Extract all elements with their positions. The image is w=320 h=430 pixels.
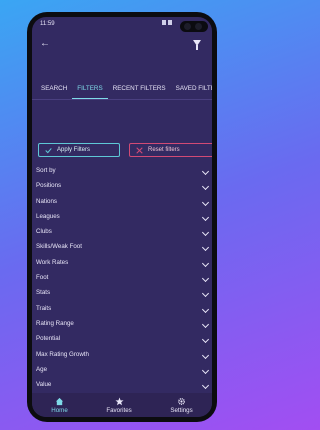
chevron-down-icon — [201, 290, 210, 298]
reset-filters-button[interactable]: Reset filters — [129, 143, 212, 157]
reset-filters-label: Reset filters — [148, 147, 180, 153]
tab-filters[interactable]: FILTERS — [72, 83, 108, 99]
filter-row-stats[interactable]: Stats — [32, 285, 212, 300]
filter-actions: Apply Filters Reset filters — [32, 143, 212, 159]
signal-icon — [162, 20, 166, 25]
chevron-down-icon — [201, 366, 210, 374]
filter-row-max-rating-growth[interactable]: Max Rating Growth — [32, 347, 212, 362]
filter-row-rating-range[interactable]: Rating Range — [32, 316, 212, 331]
chevron-down-icon — [201, 229, 210, 237]
tab-bar: SEARCH FILTERS RECENT FILTERS SAVED FILT… — [32, 83, 212, 99]
chevron-down-icon — [201, 275, 210, 283]
filter-label: Age — [36, 365, 48, 373]
app-screen: 11:59 ← SEARCH FILTERS RECENT FILTERS SA… — [32, 17, 212, 417]
chevron-down-icon — [201, 213, 210, 221]
camera-cutout — [180, 21, 208, 32]
chevron-down-icon — [201, 382, 210, 390]
filter-label: Value — [36, 381, 52, 389]
battery-icon — [168, 20, 172, 25]
status-icons — [162, 20, 172, 25]
bottom-nav: Home Favorites Settings — [32, 393, 212, 417]
filter-row-foot[interactable]: Foot — [32, 270, 212, 285]
apply-filters-button[interactable]: Apply Filters — [38, 143, 120, 157]
filter-label: Traits — [36, 304, 52, 312]
nav-home-label: Home — [51, 406, 68, 414]
filter-label: Clubs — [36, 228, 52, 236]
toolbar: ← — [32, 37, 212, 57]
filter-label: Work Rates — [36, 258, 69, 266]
filter-row-skills-weak-foot[interactable]: Skills/Weak Foot — [32, 239, 212, 254]
check-icon — [45, 147, 52, 153]
filter-row-potential[interactable]: Potential — [32, 331, 212, 346]
chevron-down-icon — [201, 305, 210, 313]
filter-row-leagues[interactable]: Leagues — [32, 209, 212, 224]
tab-search[interactable]: SEARCH — [36, 83, 72, 99]
filter-label: Max Rating Growth — [36, 350, 89, 358]
chevron-down-icon — [201, 167, 210, 176]
filter-row-traits[interactable]: Traits — [32, 301, 212, 316]
nav-settings-label: Settings — [170, 406, 193, 414]
filter-row-clubs[interactable]: Clubs — [32, 224, 212, 239]
back-arrow-icon[interactable]: ← — [40, 38, 50, 49]
chevron-down-icon — [201, 351, 210, 359]
chevron-down-icon — [201, 183, 210, 191]
chevron-down-icon — [201, 336, 210, 344]
filter-label: Potential — [36, 335, 61, 343]
nav-favorites-label: Favorites — [106, 406, 132, 414]
filter-row-age[interactable]: Age — [32, 362, 212, 377]
close-icon — [136, 146, 143, 154]
filter-label: Skills/Weak Foot — [36, 243, 82, 251]
filter-row-work-rates[interactable]: Work Rates — [32, 255, 212, 270]
chevron-down-icon — [201, 244, 210, 252]
filter-row-sort-by[interactable]: Sort by — [32, 163, 212, 178]
filter-row-value[interactable]: Value — [32, 377, 212, 392]
star-icon — [114, 396, 124, 405]
nav-settings[interactable]: Settings — [170, 397, 193, 414]
gear-icon — [178, 397, 185, 405]
chevron-down-icon — [201, 259, 210, 267]
filter-label: Positions — [36, 182, 62, 190]
chevron-down-icon — [201, 198, 210, 206]
filter-label: Stats — [36, 289, 51, 297]
tabs-divider — [32, 99, 212, 100]
filter-funnel-icon[interactable] — [193, 40, 201, 50]
nav-home[interactable]: Home — [51, 397, 68, 414]
filter-row-nations[interactable]: Nations — [32, 194, 212, 209]
filter-label: Foot — [36, 274, 49, 282]
filter-label: Nations — [36, 197, 57, 205]
filter-label: Rating Range — [36, 319, 74, 327]
nav-favorites[interactable]: Favorites — [106, 396, 132, 414]
filter-list: Sort by Positions Nations Leagues Clubs … — [32, 163, 212, 392]
tab-saved-filters[interactable]: SAVED FILTE — [171, 83, 212, 99]
status-time: 11:59 — [40, 21, 55, 27]
filter-row-positions[interactable]: Positions — [32, 178, 212, 193]
apply-filters-label: Apply Filters — [57, 147, 91, 153]
tab-recent-filters[interactable]: RECENT FILTERS — [108, 83, 171, 99]
filter-label: Leagues — [36, 212, 60, 220]
chevron-down-icon — [201, 320, 210, 329]
home-icon — [55, 397, 64, 405]
filter-label: Sort by — [36, 167, 56, 174]
